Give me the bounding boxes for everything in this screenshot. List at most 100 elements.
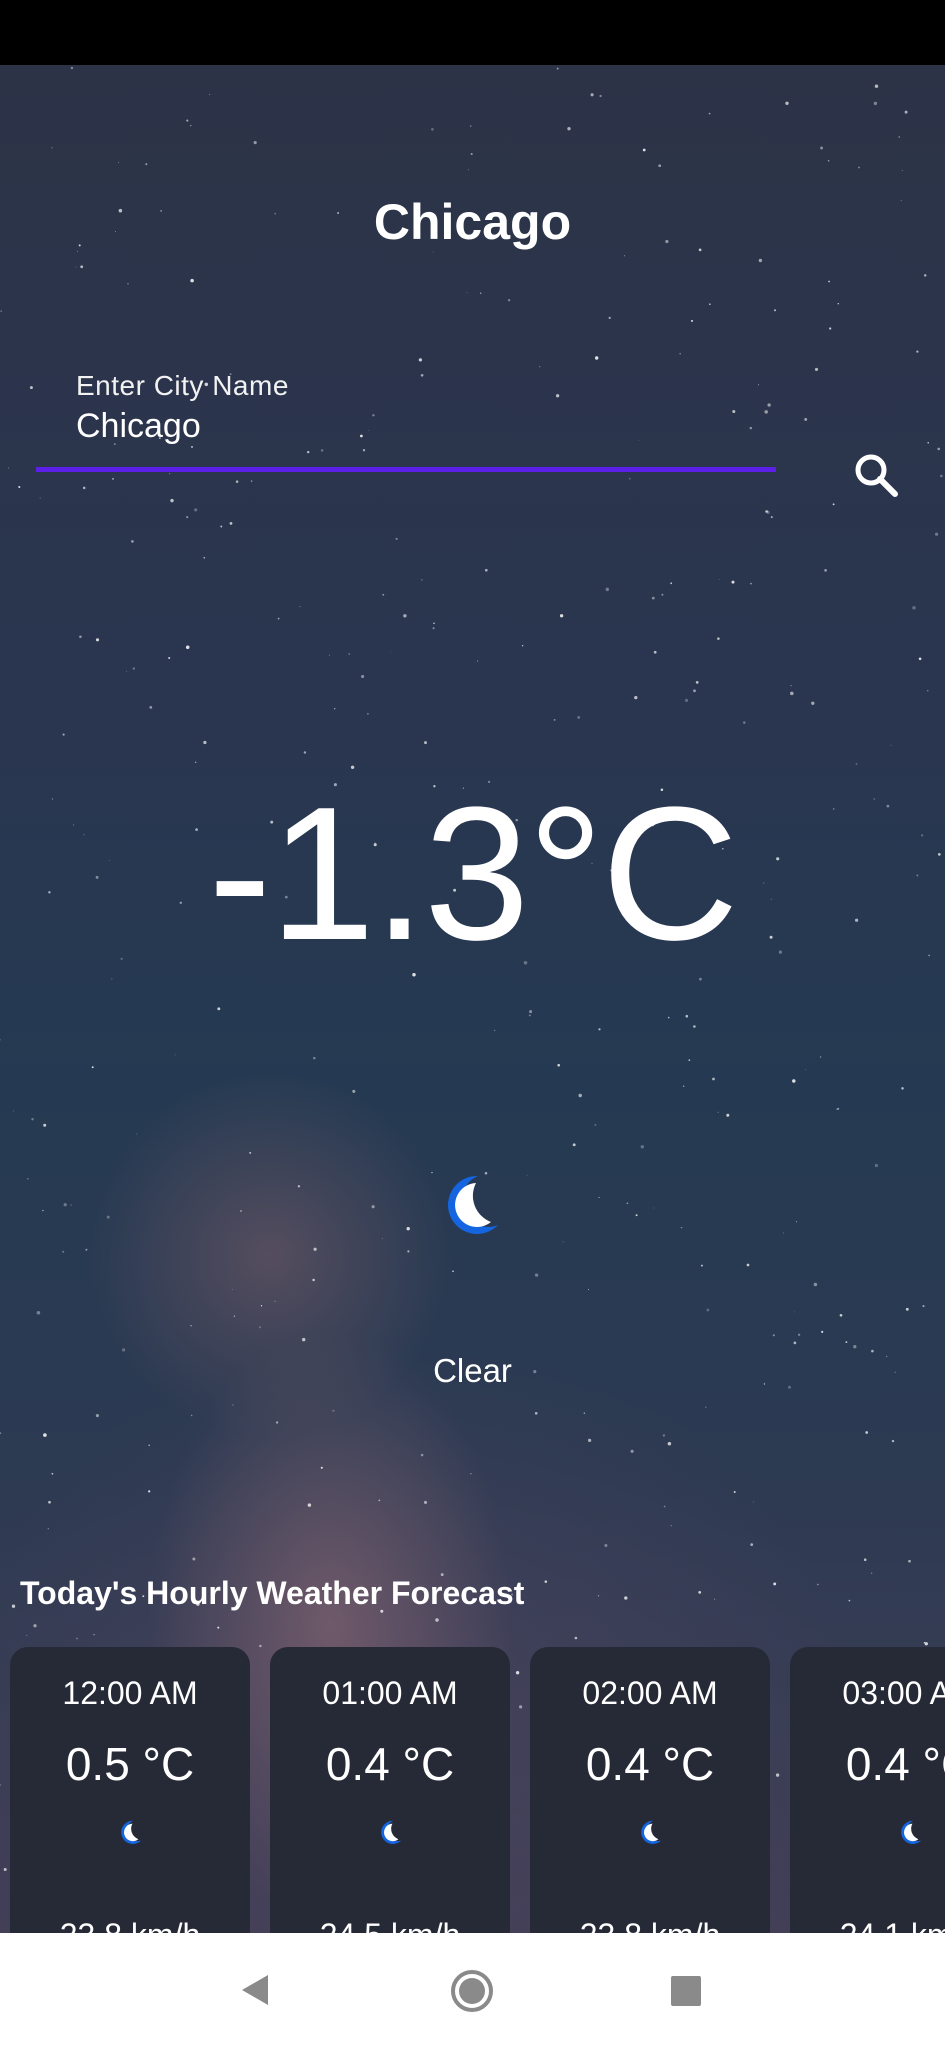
star xyxy=(599,94,602,98)
star xyxy=(424,741,427,745)
star xyxy=(95,638,100,642)
star xyxy=(863,1558,867,1561)
star xyxy=(824,569,827,572)
star xyxy=(75,266,77,268)
forecast-time: 12:00 AM xyxy=(62,1675,198,1711)
star xyxy=(804,417,808,421)
star xyxy=(8,467,9,469)
star xyxy=(793,1311,795,1313)
star xyxy=(423,1500,428,1504)
star xyxy=(0,1432,2,1435)
star xyxy=(853,1345,857,1349)
star xyxy=(733,1490,736,1494)
star xyxy=(690,319,694,322)
star xyxy=(43,1433,47,1437)
star xyxy=(93,1633,95,1636)
current-temperature: -1.3°C xyxy=(208,768,739,980)
forecast-wind-speed: 23.8 km/h xyxy=(530,1917,770,1933)
star xyxy=(194,508,198,512)
star xyxy=(598,1196,600,1199)
star xyxy=(804,1069,806,1070)
forecast-wind-speed: 24.1 km/h xyxy=(790,1917,945,1933)
hourly-forecast-list[interactable]: 12:00 AM 0.5 °C 23.8 km/h 01:00 AM 0.4 °… xyxy=(10,1647,945,1933)
star xyxy=(467,169,469,171)
star xyxy=(918,657,922,661)
star xyxy=(667,1016,670,1019)
moon-icon xyxy=(641,1820,662,1844)
weather-condition: Clear xyxy=(433,1352,512,1389)
star xyxy=(534,1273,539,1277)
star xyxy=(901,169,903,172)
star xyxy=(229,522,233,525)
star xyxy=(526,1174,528,1176)
star xyxy=(299,606,301,608)
search-button[interactable] xyxy=(846,445,906,505)
star xyxy=(170,498,174,503)
star xyxy=(845,1341,848,1344)
star xyxy=(662,1434,666,1437)
star xyxy=(661,593,664,596)
star xyxy=(313,1056,316,1060)
star xyxy=(544,1580,548,1583)
star xyxy=(653,650,657,654)
star xyxy=(634,695,638,700)
star xyxy=(328,654,330,656)
forecast-wind-speed: 23.8 km/h xyxy=(10,1917,250,1933)
forecast-card: 12:00 AM 0.5 °C 23.8 km/h xyxy=(10,1647,250,1933)
star xyxy=(773,309,777,312)
star xyxy=(348,653,351,655)
star xyxy=(382,593,385,596)
star xyxy=(203,556,206,559)
star xyxy=(217,1626,220,1629)
star xyxy=(792,1079,796,1083)
star xyxy=(670,582,673,585)
star xyxy=(923,1642,926,1644)
star xyxy=(916,350,919,353)
star xyxy=(828,280,830,283)
star xyxy=(927,442,929,444)
forecast-time: 02:00 AM xyxy=(582,1675,718,1711)
star xyxy=(395,537,398,540)
star xyxy=(642,148,646,152)
star xyxy=(667,1441,672,1446)
home-circle-icon[interactable] xyxy=(450,1969,494,2013)
star xyxy=(848,1599,851,1602)
star xyxy=(190,278,194,283)
star xyxy=(432,627,435,630)
star xyxy=(726,1113,730,1117)
star xyxy=(470,152,473,156)
star xyxy=(297,1185,301,1188)
star xyxy=(574,1636,578,1640)
star xyxy=(145,163,148,166)
star xyxy=(190,1324,192,1327)
star xyxy=(361,674,365,679)
star xyxy=(320,1466,323,1469)
city-search-field[interactable]: Enter City Name xyxy=(36,365,776,475)
star xyxy=(705,1406,707,1408)
star xyxy=(406,1227,410,1231)
star xyxy=(148,1490,151,1493)
star xyxy=(118,162,119,163)
city-name-input[interactable] xyxy=(76,407,756,446)
star xyxy=(192,1557,196,1561)
star xyxy=(36,1311,41,1315)
star xyxy=(62,1250,65,1253)
back-triangle-icon[interactable] xyxy=(240,1973,270,2007)
star xyxy=(865,1431,869,1434)
star xyxy=(190,1414,193,1417)
star xyxy=(217,1007,221,1011)
star xyxy=(700,1264,703,1267)
star xyxy=(381,1238,383,1240)
star xyxy=(29,386,33,390)
star xyxy=(598,1028,601,1031)
star xyxy=(420,1453,424,1457)
recents-square-icon[interactable] xyxy=(671,1976,701,2006)
star xyxy=(905,1307,909,1311)
star xyxy=(597,1595,599,1597)
search-icon xyxy=(855,454,898,497)
star xyxy=(334,708,336,710)
star xyxy=(937,447,940,451)
star xyxy=(940,474,943,478)
star xyxy=(557,1063,561,1067)
star xyxy=(836,1108,838,1110)
